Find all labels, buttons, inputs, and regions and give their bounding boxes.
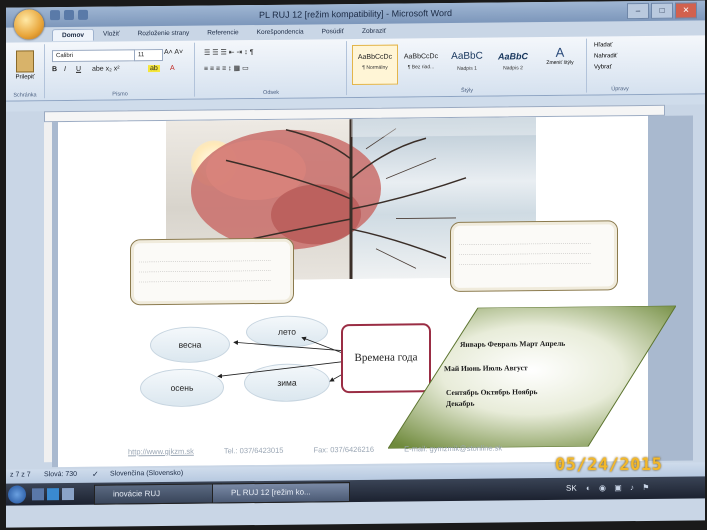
save-icon[interactable] (50, 10, 60, 21)
font-name-select[interactable]: Calibri (52, 49, 135, 63)
oval-winter[interactable]: зима (244, 363, 330, 403)
photo-timestamp: 05/24/2015 (555, 455, 663, 475)
quick-launch (32, 487, 92, 501)
font-group: Calibri 11 A˄ A˅ B I U abe x₂ x² ab A Pí… (46, 42, 195, 99)
style-heading-2[interactable]: AaBbC Nadpis 2 (490, 43, 536, 83)
italic-button[interactable]: I (64, 66, 66, 73)
tab-mailings[interactable]: Korešpondencia (248, 26, 313, 39)
language-indicator[interactable]: SK (566, 484, 577, 493)
right-text-box[interactable]: ........................................… (450, 220, 618, 293)
ribbon: Prilepiť Schránka Calibri 11 A˄ A˅ B I U… (6, 35, 705, 102)
tab-home[interactable]: Domov (52, 28, 95, 42)
folder-icon[interactable] (62, 487, 74, 501)
oval-autumn[interactable]: осень (140, 368, 224, 408)
quick-access-toolbar (50, 9, 88, 21)
strike-button[interactable]: abe x₂ x² (92, 65, 120, 72)
redo-icon[interactable] (78, 9, 88, 20)
footer-url[interactable]: http://www.gjkzm.sk (128, 447, 194, 457)
maximize-button[interactable]: □ (651, 2, 673, 19)
tab-view[interactable]: Zobraziť (353, 26, 395, 38)
bold-button[interactable]: B (52, 66, 57, 73)
browser-icon[interactable] (47, 488, 59, 501)
status-words[interactable]: Slová: 730 (44, 471, 77, 478)
window-title: PL RUJ 12 [režim kompatibility] - Micros… (258, 7, 453, 21)
select-button[interactable]: Vybrať (594, 64, 612, 70)
status-page[interactable]: z 7 z 7 (10, 471, 31, 478)
style-normal[interactable]: AaBbCcDc ¶ Normálny (352, 44, 398, 86)
left-text-box[interactable]: ........................................… (130, 237, 294, 306)
highlight-icon[interactable]: ab (148, 65, 160, 73)
start-button[interactable] (8, 485, 26, 504)
tray-icons[interactable]: ◐ ◉ ▣ ♪ ⚑ (586, 483, 652, 493)
office-button[interactable] (14, 9, 44, 40)
taskbar-item-inovacie[interactable]: inovácie RUJ (94, 483, 222, 505)
bullets-icon[interactable]: ☰ ☰ ☰ ⇤ ⇥ ↕ ¶ (204, 48, 254, 57)
clipboard-group-label: Schránka (13, 92, 37, 99)
desktop-icon[interactable] (32, 488, 44, 501)
font-size-select[interactable]: 11 (134, 49, 163, 62)
grow-font-button[interactable]: A˄ A˅ (164, 49, 183, 56)
oval-spring[interactable]: весна (150, 326, 230, 364)
tab-layout[interactable]: Rozloženie strany (129, 28, 199, 41)
editing-group-label: Úpravy (611, 86, 629, 93)
footer-email[interactable]: E-mail: gymzmik@stonline.sk (404, 443, 502, 453)
paragraph-group: ☰ ☰ ☰ ⇤ ⇥ ↕ ¶ ≡ ≡ ≡ ≡ ↕ ▦ ▭ Odsek (196, 41, 347, 97)
change-styles-button[interactable]: A Zmeniť štýly (542, 45, 578, 66)
months-spring: Январь Февраль Март Апрель (460, 338, 566, 349)
paragraph-group-label: Odsek (263, 89, 279, 96)
replace-button[interactable]: Nahradiť (594, 53, 617, 59)
styles-group: AaBbCcDc ¶ Normálny AaBbCcDc ¶ Bez riad.… (348, 38, 587, 96)
paste-button[interactable]: Prilepiť (6, 74, 44, 80)
font-color-icon[interactable]: A (170, 65, 175, 72)
document-page[interactable]: ........................................… (58, 115, 676, 468)
minimize-button[interactable]: – (627, 2, 649, 20)
months-parallelogram[interactable] (388, 305, 676, 449)
spellcheck-icon[interactable]: ✓ (92, 470, 99, 479)
paste-icon[interactable] (16, 50, 34, 73)
font-group-label: Písmo (112, 91, 128, 98)
editing-group: Hľadať Nahradiť Vybrať Úpravy (588, 38, 652, 93)
status-language[interactable]: Slovenčina (Slovensko) (110, 470, 183, 478)
months-autumn: Сентябрь Октябрь Ноябрь (446, 387, 538, 398)
oval-summer[interactable]: лето (246, 315, 328, 349)
find-button[interactable]: Hľadať (594, 42, 612, 48)
style-heading-1[interactable]: AaBbC Nadpis 1 (444, 44, 490, 84)
change-styles-icon: A (555, 44, 565, 60)
months-summer: Май Июнь Июль Август (444, 363, 528, 374)
style-no-spacing[interactable]: AaBbCcDc ¶ Bez riad... (398, 44, 444, 84)
document-workspace: ........................................… (52, 115, 693, 468)
footer-fax: Fax: 037/6426216 (313, 444, 375, 455)
title-bar: PL RUJ 12 [režim kompatibility] - Micros… (6, 0, 705, 28)
taskbar-item-word[interactable]: PL RUJ 12 [režim ko... (212, 482, 350, 504)
page-footer: http://www.gjkzm.sk Tel.: 037/6423015 Fa… (128, 443, 530, 456)
underline-button[interactable]: U (76, 66, 81, 73)
tab-insert[interactable]: Vložiť (94, 28, 129, 40)
align-icon[interactable]: ≡ ≡ ≡ ≡ ↕ ▦ ▭ (204, 64, 249, 72)
word-window: PL RUJ 12 [režim kompatibility] - Micros… (6, 0, 705, 528)
undo-icon[interactable] (64, 9, 74, 21)
tab-review[interactable]: Posúdiť (313, 26, 353, 38)
clipboard-group: Prilepiť Schránka (6, 44, 45, 99)
styles-group-label: Štýly (461, 87, 473, 94)
months-december: Декабрь (446, 398, 475, 409)
close-button[interactable]: ✕ (675, 2, 697, 19)
window-controls: – □ ✕ (627, 2, 697, 20)
footer-tel: Tel.: 037/6423015 (223, 445, 284, 456)
tab-references[interactable]: Referencie (198, 27, 247, 40)
